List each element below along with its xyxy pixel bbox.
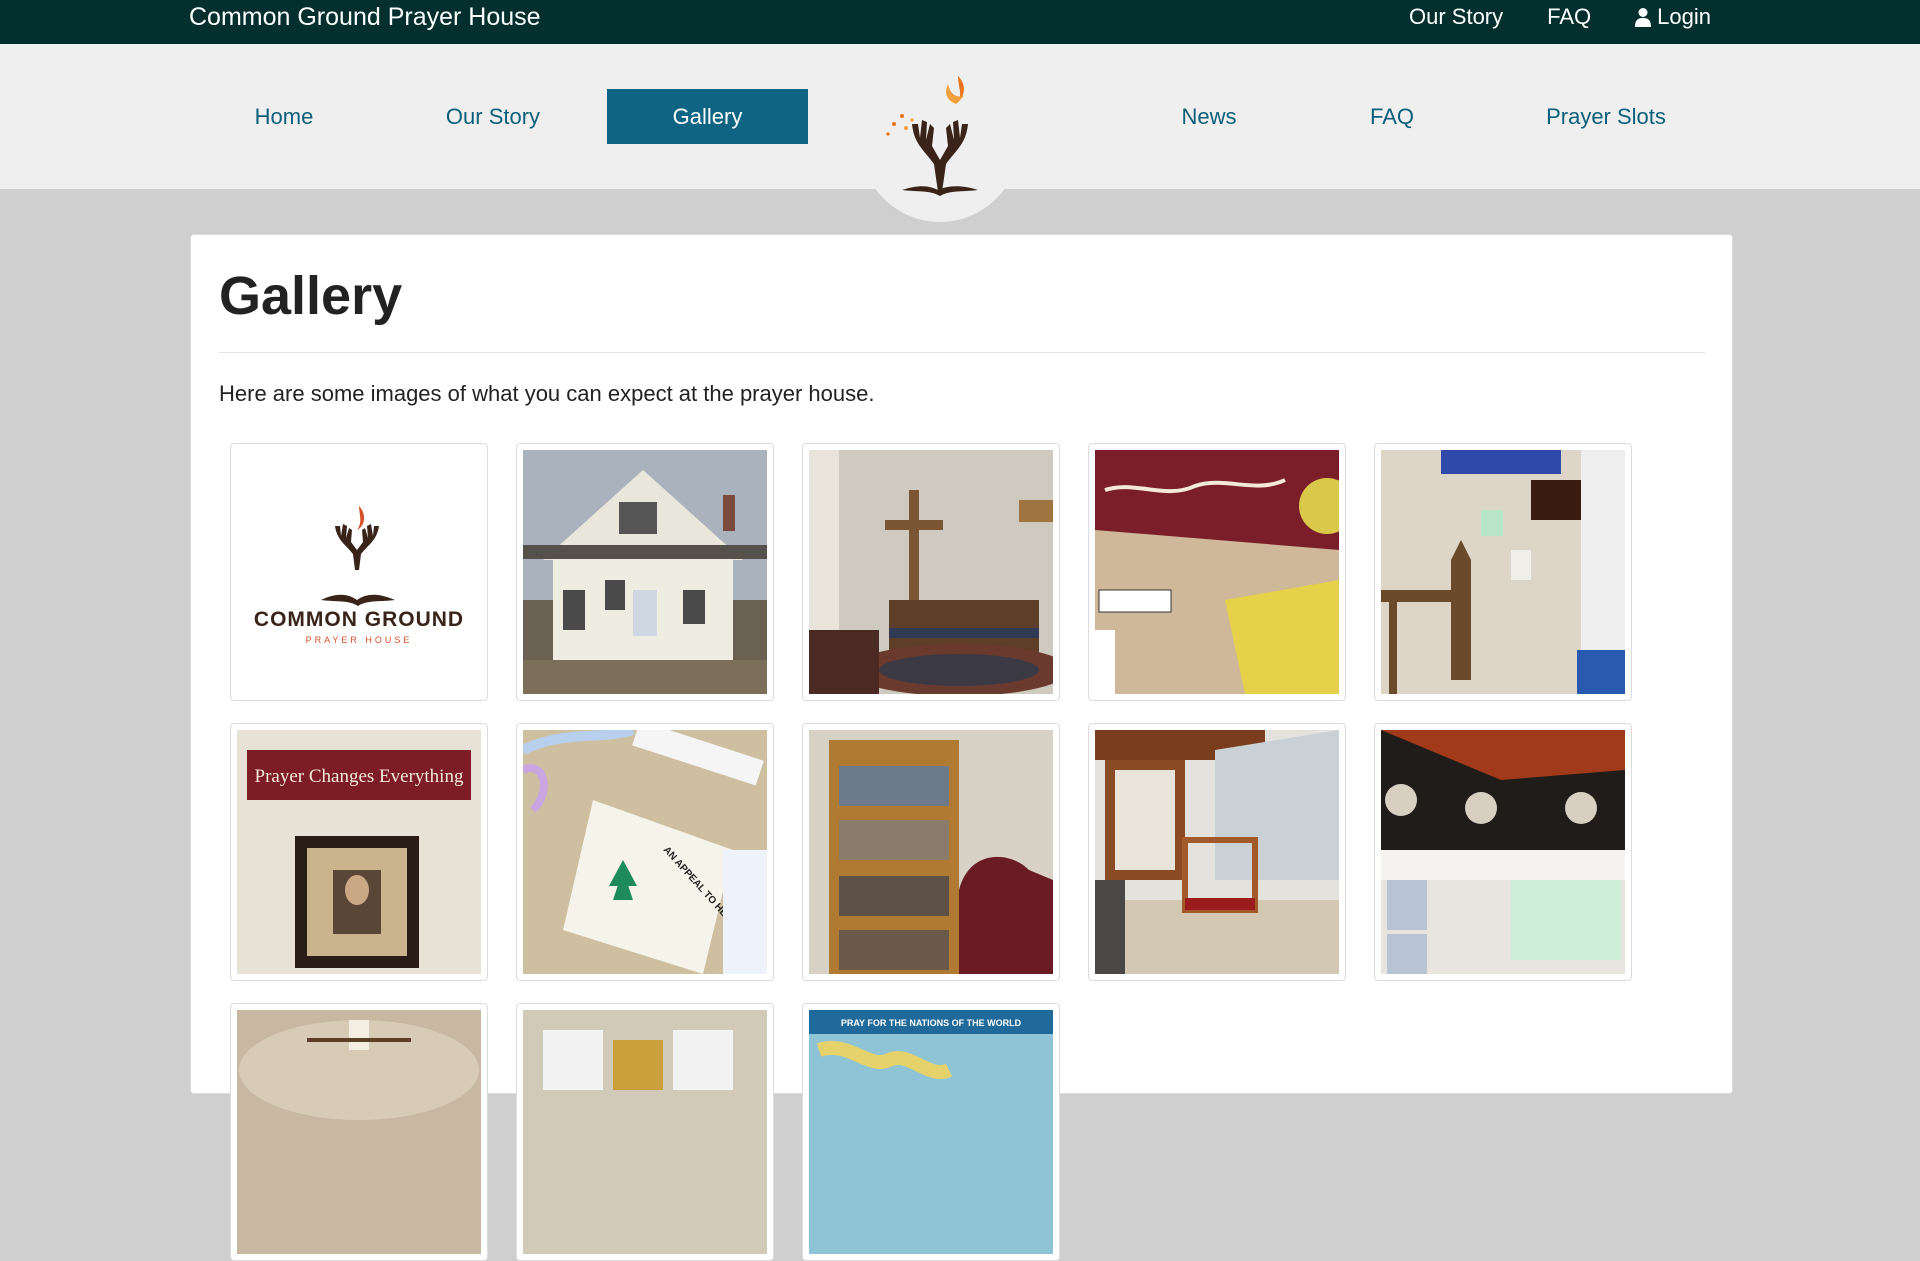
login-label: Login <box>1657 4 1711 29</box>
gallery-thumb-logo[interactable]: COMMON GROUND PRAYER HOUSE <box>230 443 488 701</box>
gallery-thumb-community-banner[interactable] <box>1088 443 1346 701</box>
intro-text: Here are some images of what you can exp… <box>219 381 875 406</box>
nav-gallery[interactable]: Gallery <box>607 89 808 144</box>
gallery-thumb-ceiling-fan-room[interactable] <box>230 1003 488 1261</box>
tree-hands-dove-logo[interactable] <box>872 64 1008 204</box>
bookshelf-image <box>809 730 1053 974</box>
top-link-our-story[interactable]: Our Story <box>1409 0 1503 34</box>
ceiling-fan-room-image <box>237 1010 481 1254</box>
cross-room-image <box>809 450 1053 694</box>
gallery-thumb-bookshelf[interactable] <box>802 723 1060 981</box>
nav-news[interactable]: News <box>1158 89 1260 144</box>
gallery-thumb-prayer-sign[interactable]: Prayer Changes Everything <box>230 723 488 981</box>
prayer-sign-text: Prayer Changes Everything <box>255 766 464 787</box>
top-link-faq[interactable]: FAQ <box>1547 0 1591 34</box>
gallery-thumb-appeal-flag[interactable]: AN APPEAL TO HEAVEN <box>516 723 774 981</box>
top-bar: Common Ground Prayer House Our Story FAQ… <box>0 0 1920 44</box>
gallery-thumb-world-map[interactable]: PRAY FOR THE NATIONS OF THE WORLD <box>802 1003 1060 1261</box>
gallery-thumb-window-room[interactable] <box>516 1003 774 1261</box>
gallery-thumb-government-display[interactable] <box>1374 723 1632 981</box>
site-brand[interactable]: Common Ground Prayer House <box>189 0 541 44</box>
top-link-login[interactable]: Login <box>1635 0 1711 34</box>
page-title: Gallery <box>219 266 403 326</box>
gallery-thumb-cross-room[interactable] <box>802 443 1060 701</box>
world-map-text: PRAY FOR THE NATIONS OF THE WORLD <box>841 1018 1022 1028</box>
community-banner-image <box>1095 450 1339 694</box>
house-image <box>523 450 767 694</box>
title-divider <box>219 352 1705 353</box>
prayer-sign-image: Prayer Changes Everything <box>237 730 481 974</box>
logo-sub-text: PRAYER HOUSE <box>306 635 413 645</box>
desk-area-image <box>1381 450 1625 694</box>
nav-faq[interactable]: FAQ <box>1342 89 1442 144</box>
window-room-image <box>523 1010 767 1254</box>
logo-main-text: COMMON GROUND <box>254 608 464 631</box>
top-links: Our Story FAQ Login <box>1409 0 1711 44</box>
nav-our-story[interactable]: Our Story <box>415 89 571 144</box>
world-map-image: PRAY FOR THE NATIONS OF THE WORLD <box>809 1010 1053 1254</box>
gallery-thumb-house[interactable] <box>516 443 774 701</box>
logo-image: COMMON GROUND PRAYER HOUSE <box>254 506 464 645</box>
gallery-thumb-desk-area[interactable] <box>1374 443 1632 701</box>
nav-prayer-slots[interactable]: Prayer Slots <box>1530 89 1682 144</box>
user-icon <box>1635 8 1652 27</box>
nav-home[interactable]: Home <box>222 89 346 144</box>
kneeler-room-image <box>1095 730 1339 974</box>
appeal-flag-image: AN APPEAL TO HEAVEN <box>523 730 767 974</box>
gallery-thumb-kneeler-room[interactable] <box>1088 723 1346 981</box>
government-display-image <box>1381 730 1625 974</box>
gallery-card: Gallery Here are some images of what you… <box>190 234 1733 1261</box>
